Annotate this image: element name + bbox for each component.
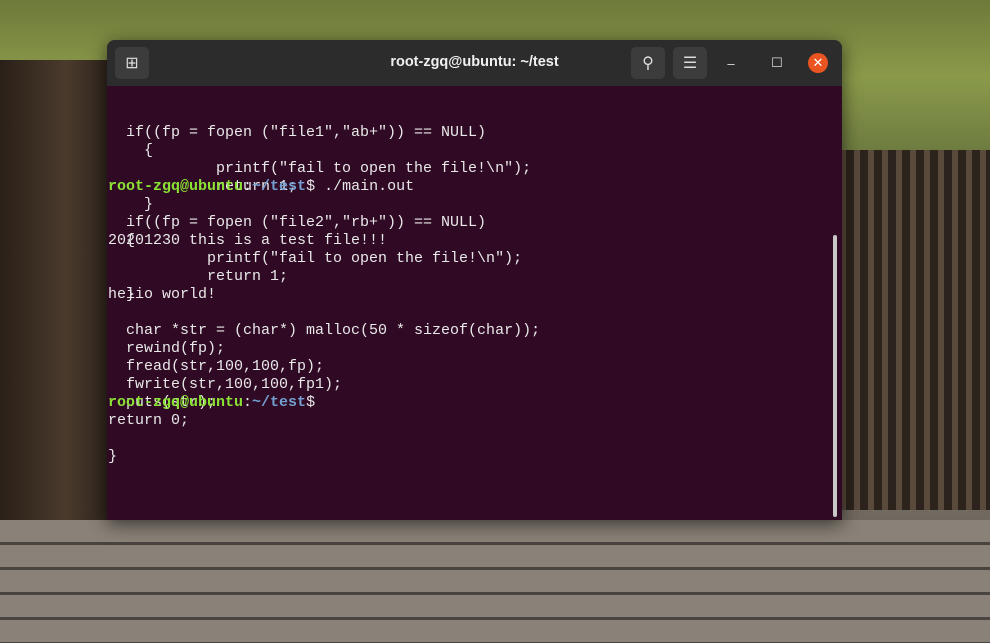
command-text: ./main.out [315,178,415,195]
code-line: return 1; [108,268,289,285]
terminal-window: ⊞ root-zgq@ubuntu: ~/test ⚲ ☰ – ☐ ✕ if((… [107,40,842,520]
minimize-button[interactable]: – [721,53,741,73]
code-line: printf("fail to open the file!\n"); [108,160,532,177]
bridge-railing-right [840,150,990,510]
prompt-line[interactable]: root-zgq@ubuntu:~/test$ [108,394,540,412]
prompt-user: root-zgq@ubuntu [108,394,244,411]
prompt-path: ~/test [252,394,307,411]
code-line: } [108,448,118,465]
maximize-button[interactable]: ☐ [767,53,787,73]
prompt-user: root-zgq@ubuntu [108,178,244,195]
menu-button[interactable]: ☰ [673,47,707,79]
close-icon: ✕ [812,55,824,70]
code-line: fread(str,100,100,fp); [108,358,325,375]
search-icon: ⚲ [642,55,654,72]
prompt-separator: : [243,178,253,195]
code-line: char *str = (char*) malloc(50 * sizeof(c… [108,322,541,339]
hamburger-menu-icon: ☰ [682,55,698,72]
close-button[interactable]: ✕ [808,53,828,73]
terminal-output[interactable]: if((fp = fopen ("file1","ab+")) == NULL)… [108,88,541,465]
code-line: fwrite(str,100,100,fp1); [108,376,343,393]
output-line: heiio world! [108,286,217,303]
scrollbar[interactable] [833,235,837,517]
prompt-path: ~/test [252,178,307,195]
code-line: if((fp = fopen ("file1","ab+")) == NULL) [108,124,487,141]
maximize-icon: ☐ [771,55,783,70]
code-line: if((fp = fopen ("file2","rb+")) == NULL) [108,214,487,231]
title-bar[interactable]: ⊞ root-zgq@ubuntu: ~/test ⚲ ☰ – ☐ ✕ [107,40,842,86]
minimize-icon: – [727,55,735,71]
prompt-separator: : [243,394,253,411]
prompt-symbol: $ [306,178,316,195]
bridge-deck [0,520,990,643]
code-line: { [108,142,154,159]
code-line: return 0; [108,412,190,429]
code-line: } [108,196,154,213]
prompt-symbol: $ [306,394,316,411]
prompt-line: root-zgq@ubuntu:~/test$ ./main.out [108,178,540,196]
output-line: 20201230 this is a test file!!! [108,232,388,249]
code-line: printf("fail to open the file!\n"); [108,250,523,267]
search-button[interactable]: ⚲ [631,47,665,79]
